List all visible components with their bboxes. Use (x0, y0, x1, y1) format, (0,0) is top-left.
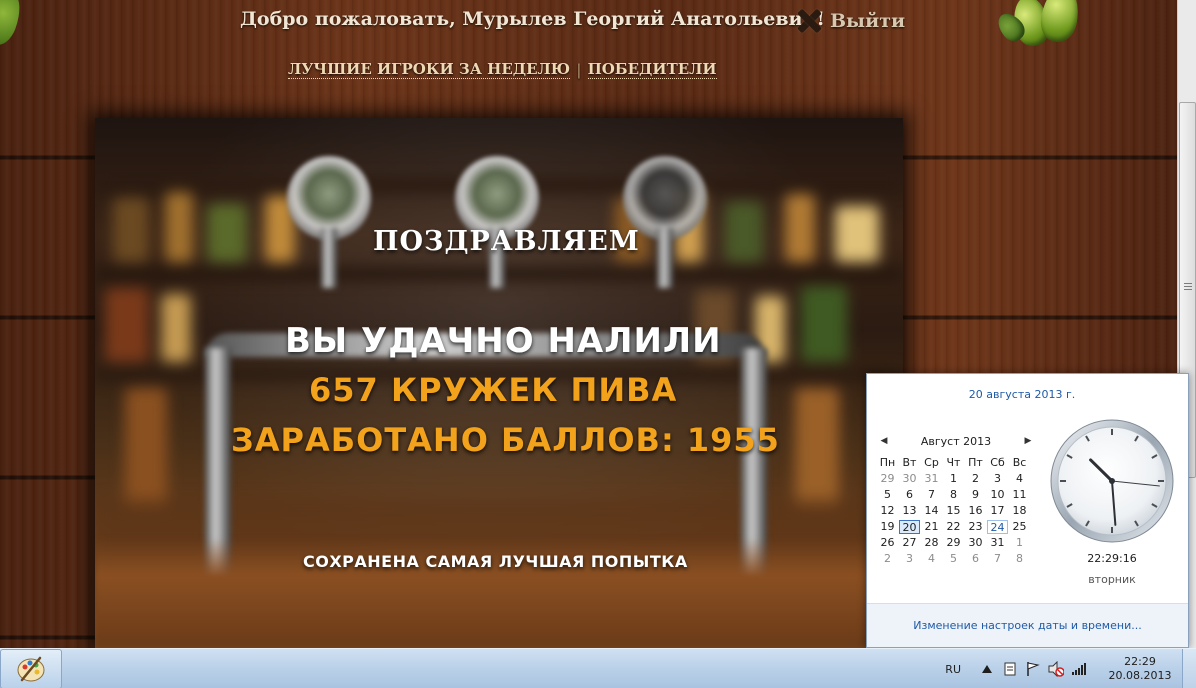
welcome-greeting: Добро пожаловать, Мурылев Георгий Анатол… (240, 8, 825, 30)
flag-icon[interactable] (1025, 661, 1041, 677)
start-button[interactable] (0, 649, 62, 688)
calendar-day[interactable]: 11 (1009, 488, 1030, 502)
tap-pipe (657, 228, 673, 288)
calendar-day[interactable]: 1 (1009, 536, 1030, 550)
calendar-day[interactable]: 18 (1009, 504, 1030, 518)
taskbar-time: 22:29 (1124, 655, 1156, 668)
calendar-grid: Пн Вт Ср Чт Пт Сб Вс 29 30 31 1 2 3 4 5 6 7 8 9 10 11 12 13 14 1… (877, 456, 1035, 566)
calendar-day[interactable]: 7 (987, 552, 1008, 566)
top-navigation: ЛУЧШИЕ ИГРОКИ ЗА НЕДЕЛЮ | ПОБЕДИТЕЛИ (288, 60, 717, 79)
network-signal-icon[interactable] (1071, 661, 1087, 677)
calendar-day[interactable]: 7 (921, 488, 942, 502)
calendar-day[interactable]: 23 (965, 520, 986, 534)
weekday-header: Чт (946, 456, 961, 469)
prev-month-arrow-icon[interactable]: ◀ (877, 436, 891, 446)
poured-text: ВЫ УДАЧНО НАЛИЛИ (285, 321, 722, 361)
calendar-flyout: 20 августа 2013 г. ◀ Август 2013 ▶ Пн Вт С… (866, 373, 1189, 648)
calendar-day[interactable]: 26 (877, 536, 898, 550)
weekday-header: Сб (990, 456, 1005, 469)
mugs-count: 657 КРУЖЕК ПИВА (309, 371, 678, 409)
calendar-day[interactable]: 5 (877, 488, 898, 502)
calendar-day[interactable]: 16 (965, 504, 986, 518)
calendar-day[interactable]: 20 (899, 520, 920, 534)
calendar-day[interactable]: 2 (965, 472, 986, 486)
calendar-day[interactable]: 3 (987, 472, 1008, 486)
calendar-day[interactable]: 22 (943, 520, 964, 534)
system-tray: RU 22:29 20.08.2013 (945, 649, 1196, 688)
month-calendar: ◀ Август 2013 ▶ Пн Вт Ср Чт Пт Сб Вс 29 30 31 1 2 3 4… (877, 432, 1035, 566)
calendar-day[interactable]: 6 (965, 552, 986, 566)
next-month-arrow-icon[interactable]: ▶ (1021, 436, 1035, 446)
language-indicator[interactable]: RU (945, 663, 961, 676)
calendar-day[interactable]: 14 (921, 504, 942, 518)
nav-separator: | (576, 60, 582, 79)
taskbar-date: 20.08.2013 (1108, 669, 1172, 682)
calendar-day[interactable]: 1 (943, 472, 964, 486)
logout-button[interactable]: Выйти (796, 8, 905, 34)
flyout-footer: Изменение настроек даты и времени... (867, 603, 1188, 647)
calendar-day[interactable]: 8 (943, 488, 964, 502)
weekday-header: Ср (924, 456, 939, 469)
weekday-header: Вт (902, 456, 917, 469)
hop-cone-decoration (992, 0, 1086, 52)
taskbar-clock[interactable]: 22:29 20.08.2013 (1104, 655, 1176, 683)
calendar-day[interactable]: 5 (943, 552, 964, 566)
paint-palette-icon (17, 656, 45, 682)
congrats-heading: ПОЗДРАВЛЯЕМ (373, 226, 640, 257)
analog-clock (1049, 418, 1175, 544)
weekday-header: Пн (879, 456, 896, 469)
weekday-header: Пт (968, 456, 983, 469)
calendar-day[interactable]: 21 (921, 520, 942, 534)
weekday-header: Вс (1012, 456, 1027, 469)
close-icon (796, 8, 822, 34)
calendar-header: ◀ Август 2013 ▶ (877, 432, 1035, 450)
change-date-time-settings-link[interactable]: Изменение настроек даты и времени... (913, 619, 1141, 632)
calendar-day[interactable]: 27 (899, 536, 920, 550)
calendar-day[interactable]: 25 (1009, 520, 1030, 534)
flyout-full-date-link[interactable]: 20 августа 2013 г. (867, 388, 1177, 401)
calendar-day[interactable]: 12 (877, 504, 898, 518)
game-result-panel: ПОЗДРАВЛЯЕМ ВЫ УДАЧНО НАЛИЛИ 657 КРУЖЕК … (95, 118, 903, 648)
calendar-month-title[interactable]: Август 2013 (921, 435, 991, 448)
calendar-day[interactable]: 15 (943, 504, 964, 518)
calendar-day[interactable]: 31 (987, 536, 1008, 550)
best-attempt-saved: СОХРАНЕНА САМАЯ ЛУЧШАЯ ПОПЫТКА (303, 552, 688, 571)
calendar-day[interactable]: 30 (899, 472, 920, 486)
calendar-day[interactable]: 4 (1009, 472, 1030, 486)
score-earned: ЗАРАБОТАНО БАЛЛОВ: 1955 (231, 421, 780, 459)
show-desktop-button[interactable] (1182, 649, 1196, 688)
hop-leaf-decoration (0, 0, 27, 50)
nav-link-winners[interactable]: ПОБЕДИТЕЛИ (587, 60, 717, 79)
calendar-day[interactable]: 31 (921, 472, 942, 486)
scrollbar-grip-icon (1184, 283, 1192, 291)
nav-link-best-players[interactable]: ЛУЧШИЕ ИГРОКИ ЗА НЕДЕЛЮ (288, 60, 571, 79)
show-hidden-icons-icon[interactable] (979, 661, 995, 677)
calendar-day[interactable]: 2 (877, 552, 898, 566)
calendar-day[interactable]: 29 (877, 472, 898, 486)
calendar-day[interactable]: 9 (965, 488, 986, 502)
calendar-day[interactable]: 13 (899, 504, 920, 518)
calendar-day[interactable]: 4 (921, 552, 942, 566)
calendar-day[interactable]: 30 (965, 536, 986, 550)
calendar-day[interactable]: 3 (899, 552, 920, 566)
calendar-day[interactable]: 8 (1009, 552, 1030, 566)
calendar-day[interactable]: 28 (921, 536, 942, 550)
volume-muted-icon[interactable] (1048, 661, 1064, 677)
calendar-day[interactable]: 10 (987, 488, 1008, 502)
calendar-day[interactable]: 24 (987, 520, 1008, 534)
tap-pipe (321, 228, 337, 288)
digital-time: 22:29:16 (1087, 552, 1137, 565)
logout-label: Выйти (830, 10, 906, 32)
calendar-day[interactable]: 6 (899, 488, 920, 502)
weekday-name: вторник (1088, 573, 1136, 586)
action-center-icon[interactable] (1002, 661, 1018, 677)
calendar-day[interactable]: 19 (877, 520, 898, 534)
calendar-day[interactable]: 17 (987, 504, 1008, 518)
calendar-day[interactable]: 29 (943, 536, 964, 550)
taskbar: RU 22:29 20.08.2013 (0, 648, 1196, 688)
